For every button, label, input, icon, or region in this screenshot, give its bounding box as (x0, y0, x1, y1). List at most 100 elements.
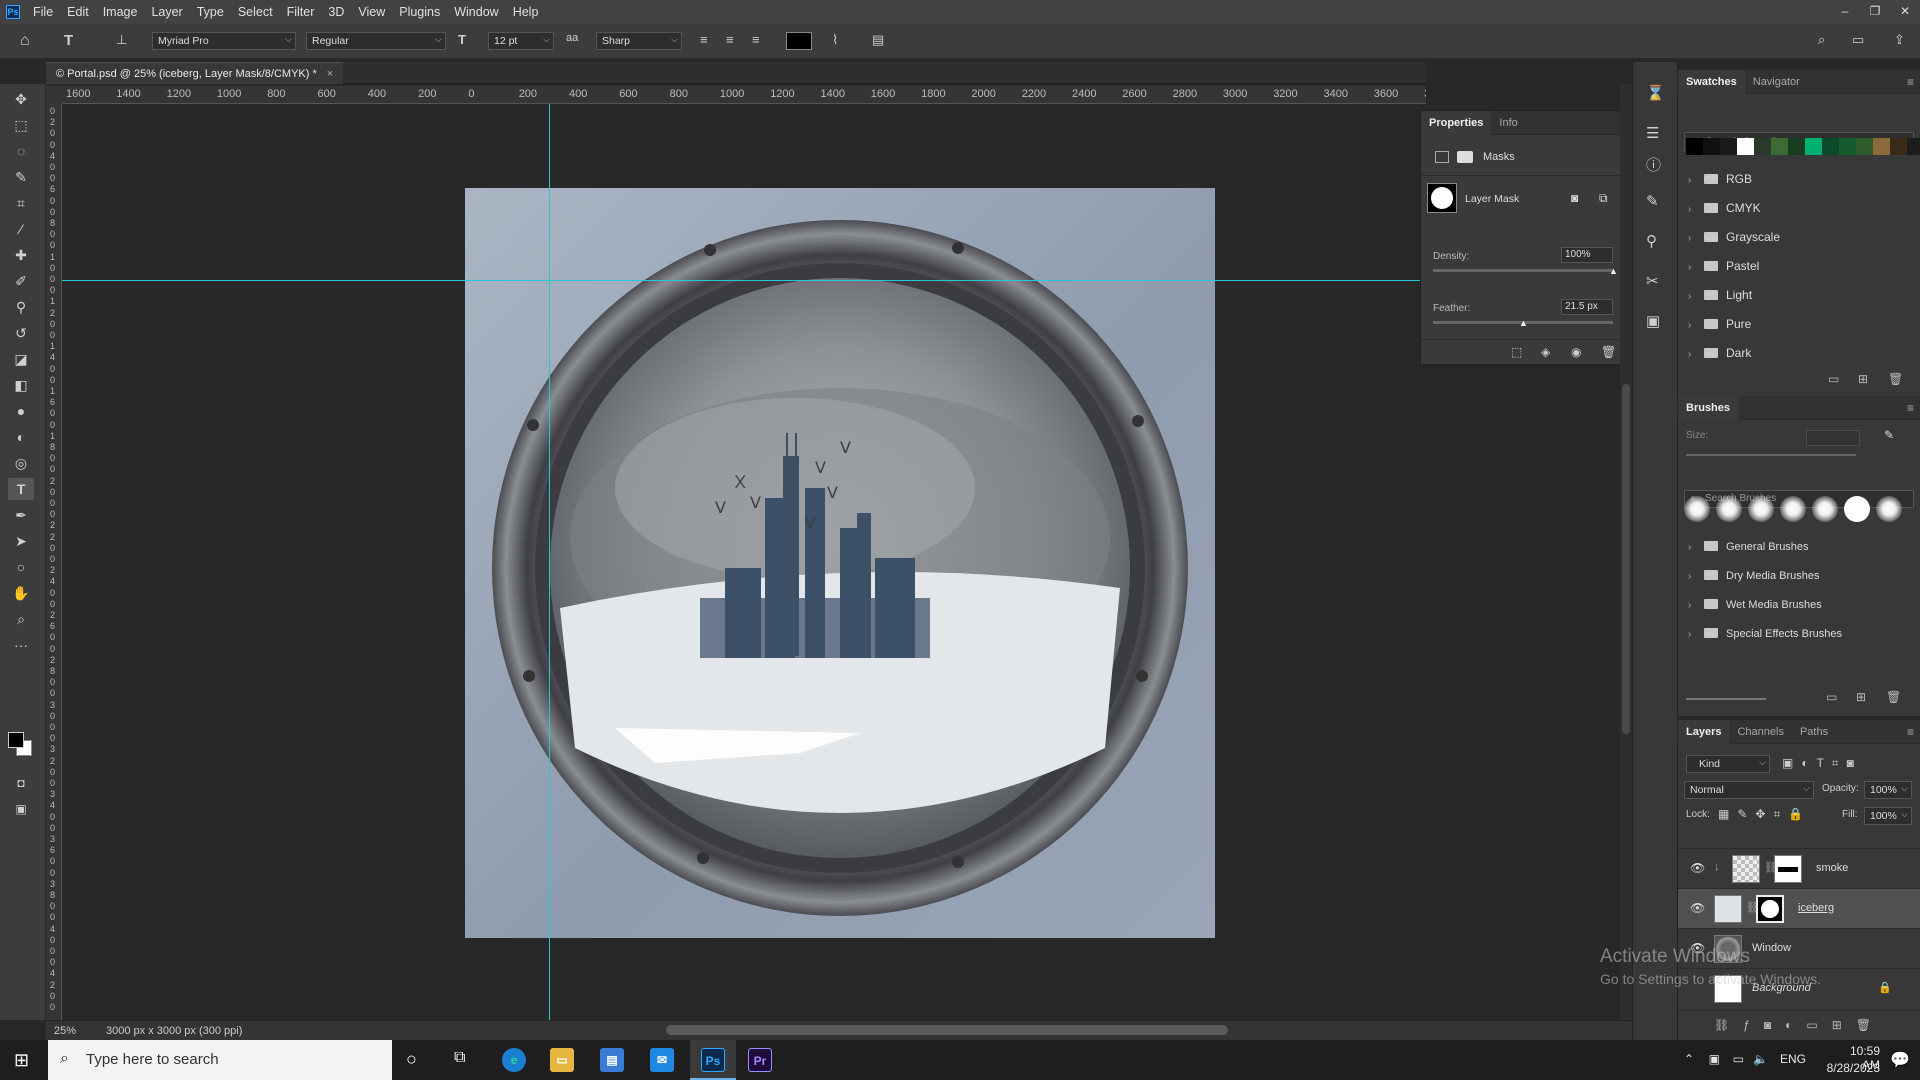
clock-date[interactable]: 8/28/2023 (1827, 1061, 1880, 1075)
layer-thumbnail[interactable] (1732, 855, 1760, 883)
guide-horizontal[interactable] (62, 280, 1422, 281)
anti-alias-select[interactable]: Sharp (596, 31, 682, 50)
brush-preset[interactable] (1748, 496, 1774, 522)
swatch-folder-dark[interactable]: › Dark (1688, 342, 1751, 364)
new-brush-icon[interactable]: ⊞ (1856, 690, 1866, 704)
tab-navigator[interactable]: Navigator (1745, 70, 1808, 94)
density-slider-thumb[interactable]: ▲ (1609, 266, 1618, 276)
notifications-icon[interactable]: 💬 (1890, 1050, 1910, 1070)
delete-brush-icon[interactable]: 🗑 (1886, 690, 1901, 704)
minimize-button[interactable]: – (1830, 0, 1860, 24)
layer-filter-select[interactable]: Kind (1686, 754, 1770, 773)
tab-brushes[interactable]: Brushes (1678, 395, 1739, 420)
history-brush-tool-icon[interactable]: ↺ (8, 322, 34, 344)
swatch-folder-pastel[interactable]: › Pastel (1688, 255, 1759, 277)
brush-folder-dry-media[interactable]: › Dry Media Brushes (1688, 565, 1820, 587)
layer-mask-thumbnail[interactable] (1774, 855, 1802, 883)
density-slider-track[interactable] (1433, 269, 1613, 272)
layer-thumbnail[interactable] (1714, 895, 1742, 923)
mask-select-icon[interactable]: ◙ (1571, 191, 1578, 205)
panel-menu-icon[interactable]: ≡ (1907, 75, 1914, 89)
path-selection-tool-icon[interactable]: ➤ (8, 530, 34, 552)
info-panel-icon[interactable]: ⓘ (1646, 154, 1661, 175)
type-tool-icon[interactable]: T (8, 478, 34, 500)
align-right-icon[interactable]: ≡ (752, 32, 760, 47)
file-explorer-icon[interactable]: ▭ (550, 1048, 574, 1072)
share-icon[interactable]: ⇪ (1894, 32, 1905, 48)
color-swatch[interactable] (1805, 138, 1822, 155)
workspace-icon[interactable]: ▭ (1852, 32, 1864, 48)
brush-folder-general[interactable]: › General Brushes (1688, 536, 1809, 558)
color-swatch[interactable] (1890, 138, 1907, 155)
font-family-select[interactable]: Myriad Pro (152, 31, 296, 50)
vector-mask-icon[interactable] (1457, 151, 1473, 163)
align-left-icon[interactable]: ≡ (700, 32, 708, 47)
brush-preset[interactable] (1876, 496, 1902, 522)
lock-icons[interactable]: ▦✎✥⌗🔒 (1718, 807, 1811, 822)
brush-settings-icon[interactable]: ✎ (1646, 192, 1659, 210)
swatch-folder-grayscale[interactable]: › Grayscale (1688, 226, 1780, 248)
search-icon[interactable]: ⌕ (1818, 32, 1825, 48)
color-swatch[interactable] (1771, 138, 1788, 155)
menu-file[interactable]: File (26, 5, 60, 19)
photoshop-taskbar-button[interactable]: Ps (690, 1040, 736, 1080)
new-swatch-icon[interactable]: ⊞ (1858, 372, 1868, 386)
tab-paths[interactable]: Paths (1792, 720, 1836, 744)
menu-type[interactable]: Type (190, 5, 231, 19)
menu-window[interactable]: Window (447, 5, 505, 19)
feather-input[interactable]: 21.5 px (1561, 299, 1613, 315)
menu-select[interactable]: Select (231, 5, 280, 19)
visibility-eye-icon[interactable]: 👁 (1690, 861, 1705, 875)
volume-icon[interactable]: 🔈 (1753, 1052, 1768, 1066)
gradient-tool-icon[interactable]: ◧ (8, 374, 34, 396)
character-panel-icon[interactable]: ▤ (872, 32, 884, 48)
blend-mode-select[interactable]: Normal (1684, 780, 1814, 799)
swatch-folder-pure[interactable]: › Pure (1688, 313, 1751, 335)
restore-button[interactable]: ❐ (1860, 0, 1890, 24)
disable-mask-icon[interactable]: ◉ (1571, 345, 1581, 359)
brush-preset[interactable] (1684, 496, 1710, 522)
brush-folder-wet-media[interactable]: › Wet Media Brushes (1688, 594, 1822, 616)
tab-layers[interactable]: Layers (1678, 719, 1730, 744)
pen-tool-icon[interactable]: ✒ (8, 504, 34, 526)
brush-folder-special-effects[interactable]: › Special Effects Brushes (1688, 623, 1842, 645)
quick-mask-icon[interactable]: ◘ (8, 772, 34, 794)
new-brush-group-icon[interactable]: ▭ (1826, 690, 1837, 704)
close-window-button[interactable]: ✕ (1890, 0, 1920, 24)
network-icon[interactable]: ▣ (1709, 1052, 1720, 1066)
photoshop-logo[interactable]: Ps (6, 5, 20, 19)
brush-preview-slider[interactable] (1686, 698, 1766, 700)
tool-presets-icon[interactable]: ✂ (1646, 272, 1659, 290)
toggle-text-orientation-icon[interactable]: ⊥ (116, 32, 127, 48)
hand-tool-icon[interactable]: ✋ (8, 582, 34, 604)
visibility-eye-icon[interactable]: 👁 (1690, 901, 1705, 915)
document-tab[interactable]: © Portal.psd @ 25% (iceberg, Layer Mask/… (46, 62, 344, 84)
windows-start-icon[interactable]: ⊞ (14, 1050, 29, 1071)
layer-mask-thumbnail[interactable] (1427, 183, 1457, 213)
eraser-tool-icon[interactable]: ◪ (8, 348, 34, 370)
panel-menu-icon[interactable]: ≡ (1907, 401, 1914, 415)
warp-text-icon[interactable]: ⌇ (832, 32, 838, 48)
menu-image[interactable]: Image (96, 5, 145, 19)
menu-3d[interactable]: 3D (321, 5, 351, 19)
menu-plugins[interactable]: Plugins (392, 5, 447, 19)
menu-edit[interactable]: Edit (60, 5, 96, 19)
brush-size-slider[interactable] (1686, 454, 1856, 456)
clone-stamp-tool-icon[interactable]: ⚲ (8, 296, 34, 318)
delete-swatch-icon[interactable]: 🗑 (1888, 372, 1903, 386)
color-swatch[interactable] (1839, 138, 1856, 155)
color-swatch[interactable] (1856, 138, 1873, 155)
color-swatch[interactable] (1822, 138, 1839, 155)
ellipse-tool-icon[interactable]: ○ (8, 556, 34, 578)
menu-filter[interactable]: Filter (280, 5, 322, 19)
opacity-input[interactable]: 100% (1864, 780, 1912, 799)
foreground-color-swatch[interactable] (8, 732, 24, 748)
tray-chevron-icon[interactable]: ⌃ (1684, 1052, 1694, 1066)
tab-info[interactable]: Info (1491, 111, 1525, 135)
layer-mask-thumbnail[interactable] (1756, 895, 1784, 923)
new-swatch-group-icon[interactable]: ▭ (1828, 372, 1839, 386)
store-icon[interactable]: ▤ (600, 1048, 624, 1072)
menu-help[interactable]: Help (506, 5, 546, 19)
color-swatch[interactable] (1720, 138, 1737, 155)
feather-slider-thumb[interactable]: ▲ (1519, 318, 1528, 328)
